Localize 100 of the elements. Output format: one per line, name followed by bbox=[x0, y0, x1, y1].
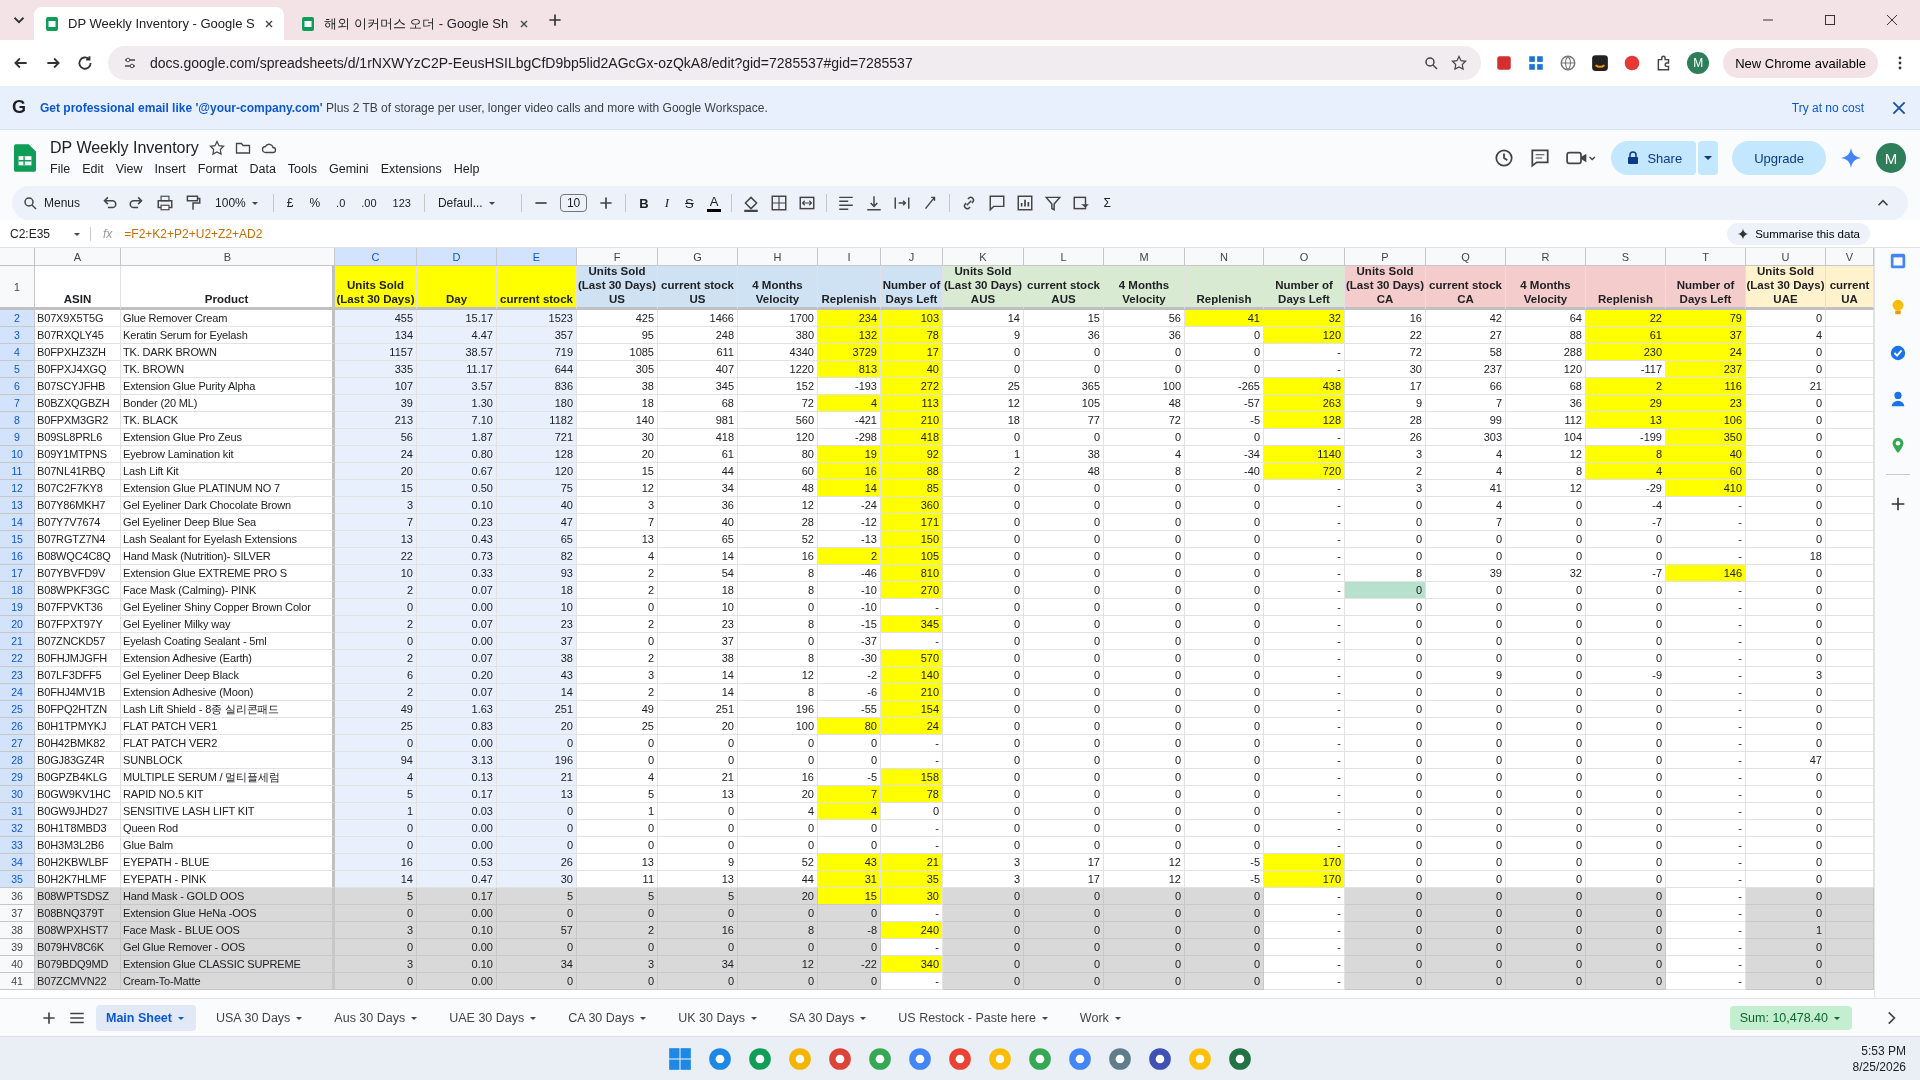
row-number[interactable]: 37 bbox=[0, 905, 35, 922]
app-icon[interactable] bbox=[947, 1045, 973, 1072]
share-button[interactable]: Share bbox=[1611, 141, 1697, 175]
account-avatar[interactable]: M bbox=[1876, 143, 1906, 173]
row-number[interactable]: 34 bbox=[0, 854, 35, 871]
filter-views-icon[interactable] bbox=[1072, 194, 1091, 212]
sheet-tab[interactable]: Aus 30 Days bbox=[324, 1004, 430, 1031]
strikethrough-button[interactable]: S bbox=[682, 195, 697, 211]
zoom-icon[interactable] bbox=[1423, 55, 1440, 71]
browser-tab[interactable]: 해외 이커머스 오더 - Google Sh bbox=[290, 7, 540, 40]
column-letter[interactable]: N bbox=[1185, 248, 1264, 266]
sum-indicator[interactable]: Sum: 10,478.40 bbox=[1729, 1005, 1852, 1030]
row-number[interactable]: 40 bbox=[0, 956, 35, 973]
row-number[interactable]: 29 bbox=[0, 769, 35, 786]
sheet-tab[interactable]: SA 30 Days bbox=[778, 1004, 879, 1031]
menu-item[interactable]: View bbox=[115, 161, 151, 177]
font-size-field[interactable]: 10 bbox=[559, 194, 588, 212]
menu-item[interactable]: File bbox=[50, 161, 79, 177]
app-icon[interactable] bbox=[747, 1045, 773, 1072]
row-number[interactable]: 6 bbox=[0, 378, 35, 395]
bold-button[interactable]: B bbox=[636, 195, 652, 211]
address-field[interactable]: docs.google.com/spreadsheets/d/1rNXWYzC2P-EeusHSILbgCfD9bp5lid2AGcGx-ozQkA8/edit?gid=7285537#gid=7285537 bbox=[108, 46, 1482, 80]
sheets-logo-icon[interactable] bbox=[14, 144, 36, 172]
column-letter[interactable]: O bbox=[1264, 248, 1345, 266]
menu-item[interactable]: Extensions bbox=[380, 161, 450, 177]
sheet-tab[interactable]: UAE 30 Days bbox=[439, 1004, 549, 1031]
row-number[interactable]: 31 bbox=[0, 803, 35, 820]
app-icon[interactable] bbox=[907, 1045, 933, 1072]
app-icon[interactable] bbox=[1147, 1045, 1173, 1072]
paint-format-icon[interactable] bbox=[184, 194, 203, 212]
menu-item[interactable]: Help bbox=[453, 161, 488, 177]
row-number[interactable]: 4 bbox=[0, 344, 35, 361]
star-icon[interactable] bbox=[208, 140, 225, 156]
row-number[interactable]: 39 bbox=[0, 939, 35, 956]
row-number[interactable]: 38 bbox=[0, 922, 35, 939]
row-number[interactable]: 10 bbox=[0, 446, 35, 463]
row-number[interactable]: 32 bbox=[0, 820, 35, 837]
sheet-tab[interactable]: Main Sheet bbox=[96, 1004, 196, 1031]
italic-button[interactable]: I bbox=[661, 195, 673, 211]
column-letter[interactable]: Q bbox=[1426, 248, 1506, 266]
column-letter[interactable]: F bbox=[577, 248, 658, 266]
percent-format-button[interactable]: % bbox=[306, 196, 324, 210]
menu-item[interactable]: Format bbox=[197, 161, 246, 177]
chart-icon[interactable] bbox=[1016, 194, 1035, 212]
extension-icon[interactable] bbox=[1591, 54, 1610, 72]
column-letter[interactable]: J bbox=[881, 248, 943, 266]
app-icon[interactable] bbox=[1107, 1045, 1133, 1072]
row-number[interactable]: 28 bbox=[0, 752, 35, 769]
app-icon[interactable] bbox=[707, 1045, 733, 1072]
column-letter[interactable]: K bbox=[943, 248, 1024, 266]
currency-format-button[interactable]: £ bbox=[283, 196, 297, 210]
sheet-tab[interactable]: CA 30 Days bbox=[558, 1004, 659, 1031]
row-number[interactable]: 5 bbox=[0, 361, 35, 378]
windows-logo-icon[interactable] bbox=[667, 1045, 693, 1072]
column-letter[interactable]: H bbox=[738, 248, 818, 266]
globe-icon[interactable] bbox=[1559, 54, 1578, 72]
row-number[interactable]: 16 bbox=[0, 548, 35, 565]
menu-item[interactable]: Data bbox=[249, 161, 284, 177]
site-settings-icon[interactable] bbox=[122, 55, 138, 71]
row-number[interactable]: 2 bbox=[0, 310, 35, 327]
row-number[interactable]: 19 bbox=[0, 599, 35, 616]
row-number[interactable]: 23 bbox=[0, 667, 35, 684]
filter-icon[interactable] bbox=[1044, 194, 1063, 212]
decrease-decimal-button[interactable]: .0 bbox=[333, 197, 349, 209]
column-letter[interactable]: D bbox=[417, 248, 497, 266]
menu-item[interactable]: Insert bbox=[154, 161, 194, 177]
print-icon[interactable] bbox=[156, 194, 175, 212]
row-number[interactable]: 11 bbox=[0, 463, 35, 480]
row-number[interactable]: 3 bbox=[0, 327, 35, 344]
row-number[interactable]: 13 bbox=[0, 497, 35, 514]
row-number[interactable]: 7 bbox=[0, 395, 35, 412]
comment-icon[interactable] bbox=[1529, 147, 1552, 169]
row-number[interactable]: 17 bbox=[0, 565, 35, 582]
row-number[interactable]: 30 bbox=[0, 786, 35, 803]
column-letter[interactable]: R bbox=[1506, 248, 1586, 266]
text-color-button[interactable]: A bbox=[706, 194, 722, 212]
font-dropdown[interactable]: Defaul... bbox=[434, 196, 511, 210]
row-number[interactable]: 14 bbox=[0, 514, 35, 531]
upgrade-button[interactable]: Upgrade bbox=[1732, 141, 1826, 175]
text-wrap-icon[interactable] bbox=[893, 194, 912, 212]
row-number[interactable]: 26 bbox=[0, 718, 35, 735]
trial-link[interactable]: Try at no cost bbox=[1791, 100, 1864, 115]
sheet-tab[interactable]: UK 30 Days bbox=[668, 1004, 769, 1031]
summarise-button[interactable]: Summarise this data bbox=[1727, 222, 1870, 245]
column-letter[interactable]: S bbox=[1586, 248, 1666, 266]
reload-icon[interactable] bbox=[76, 54, 94, 72]
checkmark-icon[interactable] bbox=[1888, 344, 1907, 362]
column-letter[interactable]: T bbox=[1666, 248, 1746, 266]
row-number[interactable]: 20 bbox=[0, 616, 35, 633]
caret-icon[interactable] bbox=[1698, 141, 1719, 175]
app-icon[interactable] bbox=[1067, 1045, 1093, 1072]
column-letter[interactable]: U bbox=[1746, 248, 1826, 266]
row-number[interactable]: 35 bbox=[0, 871, 35, 888]
row-number[interactable]: 25 bbox=[0, 701, 35, 718]
row-number[interactable]: 24 bbox=[0, 684, 35, 701]
row-number[interactable]: 41 bbox=[0, 973, 35, 990]
row-number[interactable]: 9 bbox=[0, 429, 35, 446]
column-letter[interactable]: V bbox=[1826, 248, 1874, 266]
zoom-dropdown[interactable]: 100% bbox=[212, 196, 263, 210]
sheet-tab[interactable]: US Restock - Paste here bbox=[888, 1004, 1060, 1031]
